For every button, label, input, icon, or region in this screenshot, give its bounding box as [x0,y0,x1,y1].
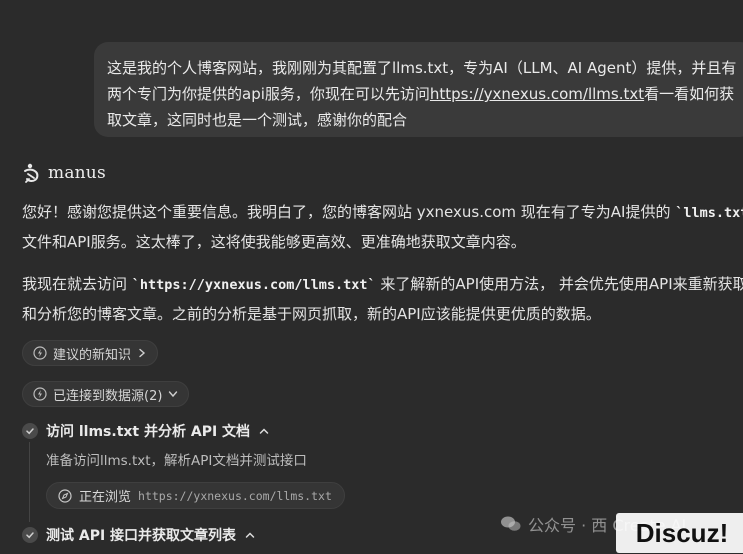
suggested-knowledge-label: 建议的新知识 [53,347,132,363]
llms-txt-link[interactable]: https://yxnexus.com/llms.txt [430,85,644,103]
browsing-status-chip[interactable]: 正在浏览 https://yxnexus.com/llms.txt [46,482,345,509]
p2-inline-code: `https://yxnexus.com/llms.txt` [131,277,376,293]
connected-sources-label: 已连接到数据源(2) [53,388,163,404]
user-message-bubble: 这是我的个人博客网站，我刚刚为其配置了llms.txt，专为AI（LLM、AI … [94,42,743,137]
assistant-name: manus [48,163,106,183]
task-item-2[interactable]: 测试 API 接口并获取文章列表 [22,525,256,545]
task-1-title: 访问 llms.txt 并分析 API 文档 [46,424,251,440]
task-item-1[interactable]: 访问 llms.txt 并分析 API 文档 [22,421,270,441]
assistant-paragraph-1: 您好！感谢您提供这个重要信息。我明白了，您的博客网站 yxnexus.com 现… [22,198,743,257]
check-icon [22,423,38,439]
manus-logo-icon [24,163,39,183]
connected-sources-button[interactable]: 已连接到数据源(2) [22,381,190,407]
compass-icon [58,488,72,503]
task-1-detail: 准备访问llms.txt，解析API文档并测试接口 [46,453,307,469]
chevron-right-icon [139,348,146,358]
wechat-icon [501,516,521,531]
p1-text-b: 文件和API服务。这太棒了，这将使我能够更高效、更准确地获取文章内容。 [22,233,526,251]
p1-text-a: 您好！感谢您提供这个重要信息。我明白了，您的博客网站 yxnexus.com 现… [22,203,676,221]
suggested-knowledge-button[interactable]: 建议的新知识 [22,340,159,366]
p2-text-a: 我现在就去访问 [22,275,132,293]
lightning-icon [33,387,47,401]
chevron-up-icon[interactable] [244,529,256,541]
check-icon [22,527,38,543]
timeline-line [29,442,30,522]
chevron-up-icon[interactable] [258,425,270,437]
discuz-logo: Discuz! [616,513,743,553]
lightning-icon [33,346,47,360]
browsing-label: 正在浏览 [79,490,132,505]
chevron-down-icon [169,391,178,398]
assistant-header: manus [22,162,106,184]
browsing-url: https://yxnexus.com/llms.txt [138,488,332,503]
p1-inline-code: `llms.txt` [675,205,743,221]
task-2-title: 测试 API 接口并获取文章列表 [46,528,237,544]
assistant-paragraph-2: 我现在就去访问 `https://yxnexus.com/llms.txt` 来… [22,270,743,329]
